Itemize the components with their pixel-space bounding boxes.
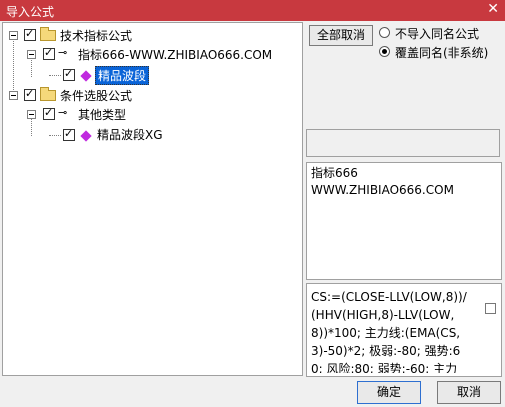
formula-tree[interactable]: 技术指标公式 ⊸ 指标666-WWW.ZHIBIAO666.COM 精品波段 条… (2, 22, 303, 376)
tree-node-label: 精品波段XG (97, 128, 163, 142)
formula-gem-icon (80, 130, 92, 142)
tree-node-label: 其他类型 (78, 108, 127, 122)
close-icon[interactable]: ✕ (487, 1, 499, 17)
tree-node-stock-selection[interactable]: 条件选股公式 (3, 86, 303, 104)
key-icon: ⊸ (58, 46, 68, 59)
radio-label: 不导入同名公式 (395, 27, 480, 41)
tree-node-label-selected: 精品波段 (95, 66, 150, 85)
collapse-icon[interactable] (27, 50, 36, 59)
tree-node-tech-indicators[interactable]: 技术指标公式 (3, 26, 303, 44)
checkbox-checked[interactable] (24, 87, 36, 101)
tree-node-label: 条件选股公式 (60, 89, 133, 103)
checkbox-checked[interactable] (24, 27, 36, 41)
radio-skip-duplicates[interactable]: 不导入同名公式 (379, 25, 503, 41)
collapse-icon[interactable] (9, 31, 18, 40)
radio-button-selected[interactable] (379, 46, 390, 57)
collapse-icon[interactable] (27, 110, 36, 119)
tree-node-indicator-666[interactable]: ⊸ 指标666-WWW.ZHIBIAO666.COM (3, 45, 303, 63)
tree-node-label: 指标666-WWW.ZHIBIAO666.COM (78, 48, 273, 62)
title-bar: 导入公式 ✕ (0, 0, 505, 21)
description-text: 指标666 WWW.ZHIBIAO666.COM (311, 166, 454, 197)
formula-gem-icon (80, 70, 92, 82)
deselect-all-button[interactable]: 全部取消 (309, 25, 373, 46)
checkbox-checked[interactable] (63, 127, 75, 141)
tree-node-jingpin-boduan[interactable]: 精品波段 (3, 65, 303, 85)
formula-text: CS:=(CLOSE-LLV(LOW,8))/(HHV(HIGH,8)-LLV(… (311, 290, 467, 373)
checkbox-checked[interactable] (43, 106, 55, 120)
empty-info-box (306, 129, 500, 157)
description-panel: 指标666 WWW.ZHIBIAO666.COM (306, 162, 502, 280)
checkbox-checked[interactable] (43, 46, 55, 60)
ok-button[interactable]: 确定 (357, 381, 421, 404)
folder-icon (40, 87, 56, 101)
collapse-icon[interactable] (9, 91, 18, 100)
radio-overwrite-duplicates[interactable]: 覆盖同名(非系统) (379, 44, 503, 60)
formula-checkbox[interactable] (485, 303, 496, 314)
tree-node-label: 技术指标公式 (60, 29, 133, 43)
formula-panel[interactable]: CS:=(CLOSE-LLV(LOW,8))/(HHV(HIGH,8)-LLV(… (306, 283, 502, 377)
key-icon: ⊸ (58, 106, 68, 119)
folder-icon (40, 27, 56, 41)
radio-label: 覆盖同名(非系统) (395, 46, 489, 60)
tree-node-other-types[interactable]: ⊸ 其他类型 (3, 105, 303, 123)
cancel-button[interactable]: 取消 (437, 381, 501, 404)
radio-button[interactable] (379, 27, 390, 38)
tree-node-jingpin-boduan-xg[interactable]: 精品波段XG (3, 125, 303, 143)
window-title: 导入公式 (6, 5, 55, 19)
checkbox-checked[interactable] (63, 67, 75, 81)
